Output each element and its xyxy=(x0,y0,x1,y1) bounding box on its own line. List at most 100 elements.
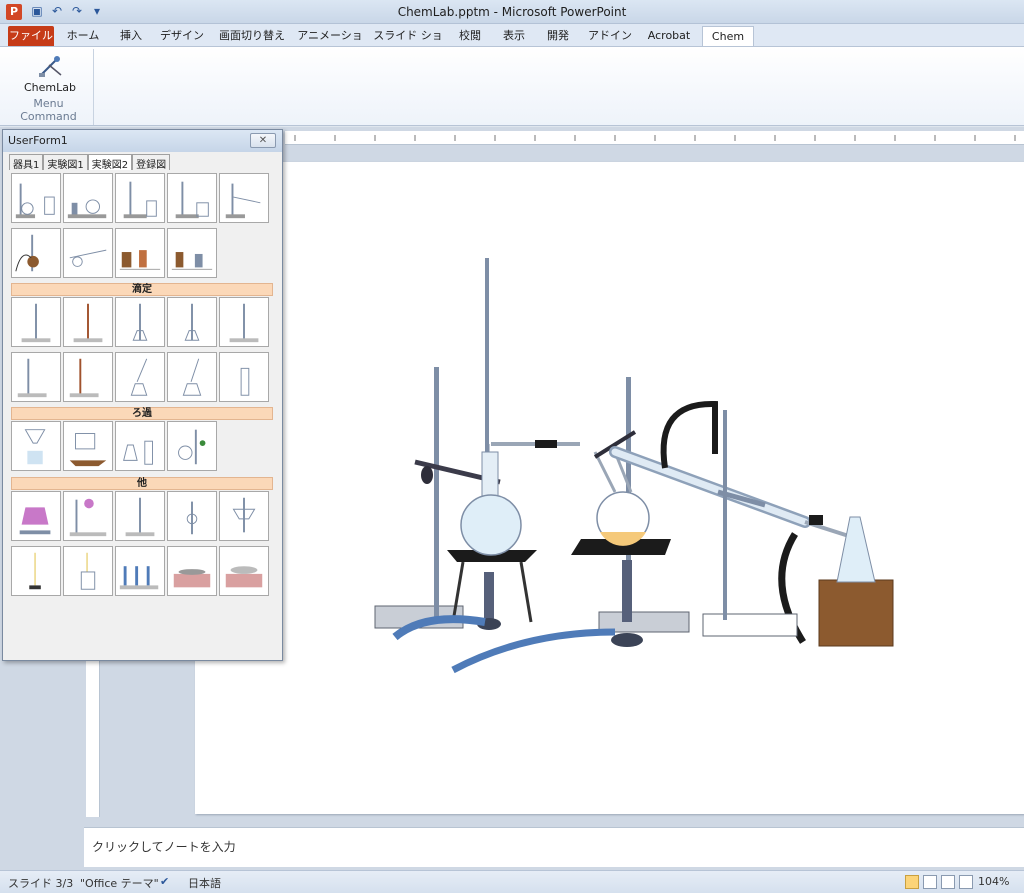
other-thumbnail[interactable] xyxy=(167,491,217,541)
other-thumbnail[interactable] xyxy=(167,546,217,596)
tab-insert[interactable]: 挿入 xyxy=(110,26,152,46)
filtration-thumbnail[interactable] xyxy=(167,421,217,471)
experiment-thumbnail[interactable] xyxy=(63,228,113,278)
horizontal-ruler[interactable] xyxy=(285,131,1024,145)
close-button[interactable]: ✕ xyxy=(250,133,276,148)
tab-design[interactable]: デザイン xyxy=(156,26,208,46)
notes-placeholder: クリックしてノートを入力 xyxy=(92,840,236,854)
tab-home[interactable]: ホーム xyxy=(60,26,106,46)
section-other: 他 xyxy=(11,477,273,490)
experiment-thumbnail[interactable] xyxy=(115,173,165,223)
other-thumbnail[interactable] xyxy=(63,491,113,541)
claisen-arm xyxy=(593,451,617,493)
filtration-thumbnail[interactable] xyxy=(115,421,165,471)
slideshow-view-icon[interactable] xyxy=(959,875,973,889)
titration-thumbnail[interactable] xyxy=(167,352,217,402)
slide-sorter-view-icon[interactable] xyxy=(923,875,937,889)
other-thumbnail[interactable] xyxy=(63,546,113,596)
titration-thumbnail[interactable] xyxy=(63,297,113,347)
chemlab-button[interactable]: ChemLab xyxy=(18,53,82,101)
other-thumbnail[interactable] xyxy=(219,546,269,596)
tab-view[interactable]: 表示 xyxy=(496,26,532,46)
titration-thumbnail[interactable] xyxy=(219,297,269,347)
other-thumbnail[interactable] xyxy=(115,491,165,541)
window-title: ChemLab.pptm - Microsoft PowerPoint xyxy=(397,5,627,19)
filtration-thumbnail[interactable] xyxy=(63,421,113,471)
round-bottom-flask-left xyxy=(460,494,522,556)
other-thumbnail[interactable] xyxy=(115,546,165,596)
section-titration: 滴定 xyxy=(11,283,273,296)
titration-thumbnail[interactable] xyxy=(63,352,113,402)
distillation-apparatus-diagram[interactable] xyxy=(195,162,1024,814)
chemlab-icon xyxy=(39,56,62,77)
slide-counter: スライド 3/3 xyxy=(8,877,74,890)
normal-view-icon[interactable] xyxy=(905,875,919,889)
tab-animations[interactable]: アニメーション xyxy=(296,26,364,62)
experiment-thumbnail[interactable] xyxy=(219,173,269,223)
other-thumbnail[interactable] xyxy=(219,491,269,541)
experiment-thumbnail[interactable] xyxy=(11,228,61,278)
status-bar: スライド 3/3 "Office テーマ" ✔ 日本語 104% xyxy=(0,870,1024,893)
menu-command-group: ChemLab Menu Command xyxy=(4,49,94,125)
burner-middle xyxy=(622,560,632,622)
flask-neck-left xyxy=(481,451,499,501)
userform-title: UserForm1 xyxy=(8,134,68,147)
ruler-ticks xyxy=(294,135,1016,141)
erlenmeyer-flask xyxy=(836,516,876,583)
rubber-joint-left xyxy=(535,440,557,448)
slide-canvas[interactable] xyxy=(195,162,1024,814)
tab-equipment1[interactable]: 器具1 xyxy=(9,154,44,171)
tab-chem[interactable]: Chem xyxy=(702,26,754,46)
tripod-leg xyxy=(519,561,533,623)
theme-name: "Office テーマ" xyxy=(80,877,159,890)
titration-thumbnail[interactable] xyxy=(11,297,61,347)
language[interactable]: 日本語 xyxy=(188,875,221,891)
tab-addins[interactable]: アドイン xyxy=(584,26,636,46)
tab-file[interactable]: ファイル xyxy=(8,26,54,46)
notes-pane[interactable]: クリックしてノートを入力 xyxy=(84,827,1024,867)
burner-base-middle xyxy=(611,633,643,647)
ribbon: ChemLab Menu Command xyxy=(0,46,1024,126)
tab-acrobat[interactable]: Acrobat xyxy=(642,26,696,46)
userform-tabs: 器具1 実験図1 実験図2 登録図 xyxy=(9,154,171,171)
zoom-level[interactable]: 104% xyxy=(978,875,1009,888)
tab-experiment2[interactable]: 実験図2 xyxy=(87,154,133,171)
wood-block xyxy=(818,579,894,647)
userform-titlebar[interactable]: UserForm1 ✕ xyxy=(3,130,282,152)
tab-review[interactable]: 校閲 xyxy=(452,26,488,46)
userform-window: UserForm1 ✕ 器具1 実験図1 実験図2 登録図 滴定 ろ過 他 xyxy=(2,129,283,661)
stand-rod-left xyxy=(434,367,439,617)
tab-developer[interactable]: 開発 xyxy=(540,26,576,46)
experiment-thumbnail[interactable] xyxy=(63,173,113,223)
ribbon-tabs: ファイル ホーム 挿入 デザイン 画面切り替え アニメーション スライド ショー… xyxy=(0,24,1024,62)
clamp-knob-left xyxy=(421,466,433,484)
experiment-thumbnail[interactable] xyxy=(167,228,217,278)
experiment-thumbnail[interactable] xyxy=(115,228,165,278)
titration-thumbnail[interactable] xyxy=(219,352,269,402)
tab-registered[interactable]: 登録図 xyxy=(132,154,171,171)
tab-slideshow[interactable]: スライド ショー xyxy=(370,26,446,62)
other-thumbnail[interactable] xyxy=(11,491,61,541)
tab-transitions[interactable]: 画面切り替え xyxy=(212,26,292,46)
chemlab-button-label: ChemLab xyxy=(24,81,76,94)
reading-view-icon[interactable] xyxy=(941,875,955,889)
tab-experiment1[interactable]: 実験図1 xyxy=(43,154,88,171)
other-thumbnail[interactable] xyxy=(11,546,61,596)
section-filtration: ろ過 xyxy=(11,407,273,420)
experiment-gallery: 滴定 ろ過 他 xyxy=(9,170,275,656)
title-bar: P ▣ ↶ ↷ ▾ ChemLab.pptm - Microsoft Power… xyxy=(0,0,1024,24)
experiment-thumbnail[interactable] xyxy=(167,173,217,223)
spellcheck-icon[interactable]: ✔ xyxy=(160,875,169,888)
gas-tube-middle xyxy=(451,628,616,674)
stand-rod-right xyxy=(723,410,727,620)
filtration-thumbnail[interactable] xyxy=(11,421,61,471)
water-hose-top xyxy=(660,400,718,469)
titration-thumbnail[interactable] xyxy=(167,297,217,347)
titration-thumbnail[interactable] xyxy=(115,297,165,347)
experiment-thumbnail[interactable] xyxy=(11,173,61,223)
burner-left xyxy=(484,572,494,622)
stand-base-right xyxy=(702,613,798,637)
rubber-joint-right xyxy=(809,515,823,525)
titration-thumbnail[interactable] xyxy=(11,352,61,402)
titration-thumbnail[interactable] xyxy=(115,352,165,402)
